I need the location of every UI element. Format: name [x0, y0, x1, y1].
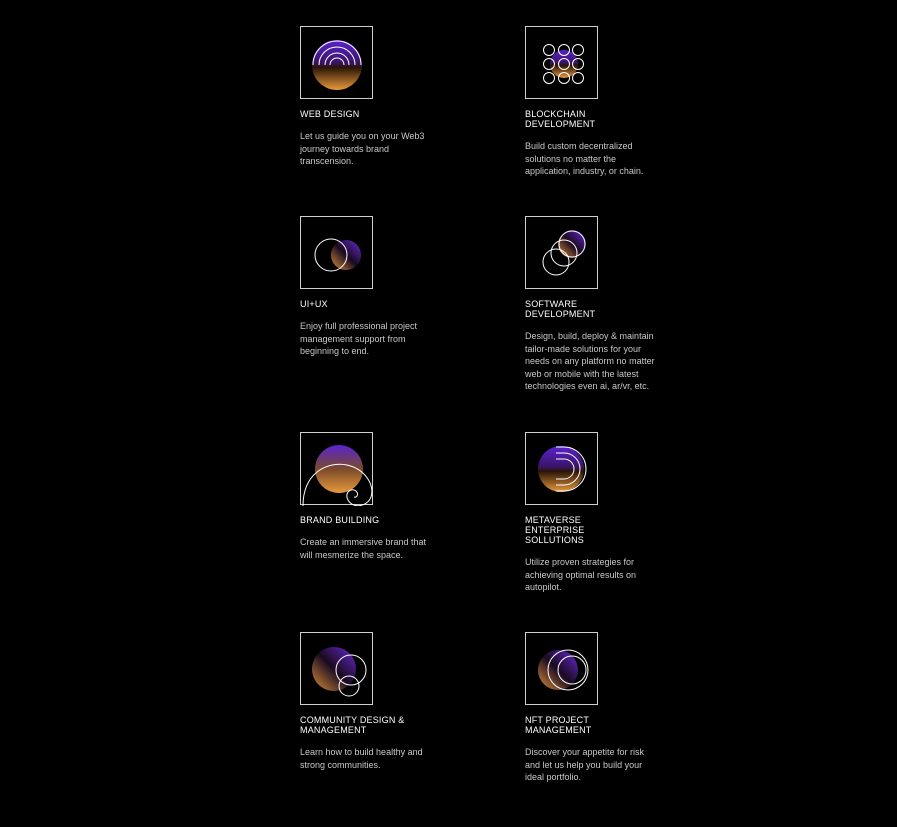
- service-description: Build custom decentralized solutions no …: [525, 141, 644, 176]
- service-description: Utilize proven strategies for achieving …: [525, 557, 637, 592]
- orbit-circles-icon: [525, 632, 598, 705]
- service-description: Discover your appetite for risk and let …: [525, 747, 645, 782]
- service-description: Enjoy full professional project manageme…: [300, 321, 418, 356]
- overlapping-circles-icon: [300, 216, 373, 289]
- service-description: Create an immersive brand that will mesm…: [300, 537, 427, 560]
- service-title: SOFTWARE DEVELOPMENT: [525, 299, 596, 319]
- service-description: Let us guide you on your Web3 journey to…: [300, 131, 425, 166]
- service-nft-project-management: NFT PROJECT MANAGEMENT Discover your app…: [525, 632, 695, 784]
- service-title: BLOCKCHAIN DEVELOPMENT: [525, 109, 596, 129]
- nested-d-icon: [525, 432, 598, 505]
- circle-grid-icon: [525, 26, 598, 99]
- chain-circles-icon: [525, 216, 598, 289]
- service-title: NFT PROJECT MANAGEMENT: [525, 715, 592, 735]
- service-metaverse-enterprise-solutions: METAVERSE ENTERPRISE SOLLUTIONS Utilize …: [525, 432, 695, 594]
- community-circles-icon: [300, 632, 373, 705]
- service-title: WEB DESIGN: [300, 109, 360, 119]
- service-title: UI+UX: [300, 299, 328, 309]
- service-software-development: SOFTWARE DEVELOPMENT Design, build, depl…: [525, 216, 695, 393]
- service-description: Learn how to build healthy and strong co…: [300, 747, 423, 770]
- service-ui-ux: UI+UX Enjoy full professional project ma…: [300, 216, 470, 358]
- service-title: COMMUNITY DESIGN & MANAGEMENT: [300, 715, 405, 735]
- service-description: Design, build, deploy & maintain tailor-…: [525, 331, 655, 391]
- service-blockchain-development: BLOCKCHAIN DEVELOPMENT Build custom dece…: [525, 26, 695, 178]
- service-brand-building: BRAND BUILDING Create an immersive brand…: [300, 432, 470, 561]
- service-title: BRAND BUILDING: [300, 515, 380, 525]
- service-community-design-management: COMMUNITY DESIGN & MANAGEMENT Learn how …: [300, 632, 470, 771]
- service-web-design: WEB DESIGN Let us guide you on your Web3…: [300, 26, 470, 168]
- service-title: METAVERSE ENTERPRISE SOLLUTIONS: [525, 515, 585, 545]
- arcs-icon: [300, 26, 373, 99]
- spiral-icon: [300, 432, 373, 506]
